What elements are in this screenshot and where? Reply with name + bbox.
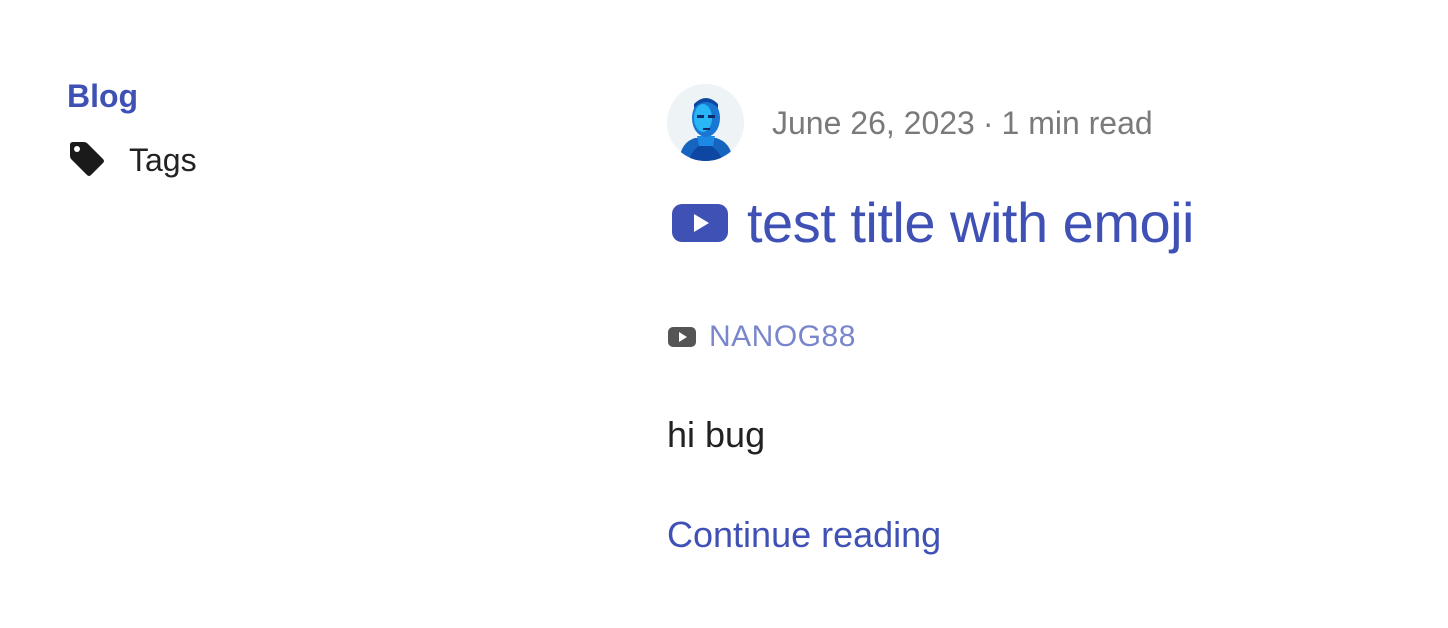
post-title: test title with emoji [747,191,1195,254]
blog-link[interactable]: Blog [67,76,467,116]
meta-separator: · [982,104,994,141]
youtube-icon [671,202,729,244]
tags-label: Tags [129,142,197,178]
author-avatar [667,84,744,161]
post-date: June 26, 2023 [772,104,975,141]
post-card: June 26, 2023 · 1 min read test title with… [667,84,1407,557]
continue-reading-link[interactable]: Continue reading [667,513,941,557]
youtube-icon [667,326,697,348]
tags-link[interactable]: Tags [67,140,467,180]
post-excerpt: hi bug [667,414,766,455]
tag-icon [67,141,107,179]
sidebar: Blog Tags [67,76,467,180]
post-title-link[interactable]: test title with emoji [667,191,1407,255]
post-meta-text: June 26, 2023 · 1 min read [772,103,1153,143]
post-meta: June 26, 2023 · 1 min read [667,84,1407,161]
tag-nanog88[interactable]: NANOG88 [709,319,856,355]
read-time: 1 min read [1001,104,1153,141]
post-tags: NANOG88 [667,319,1407,355]
